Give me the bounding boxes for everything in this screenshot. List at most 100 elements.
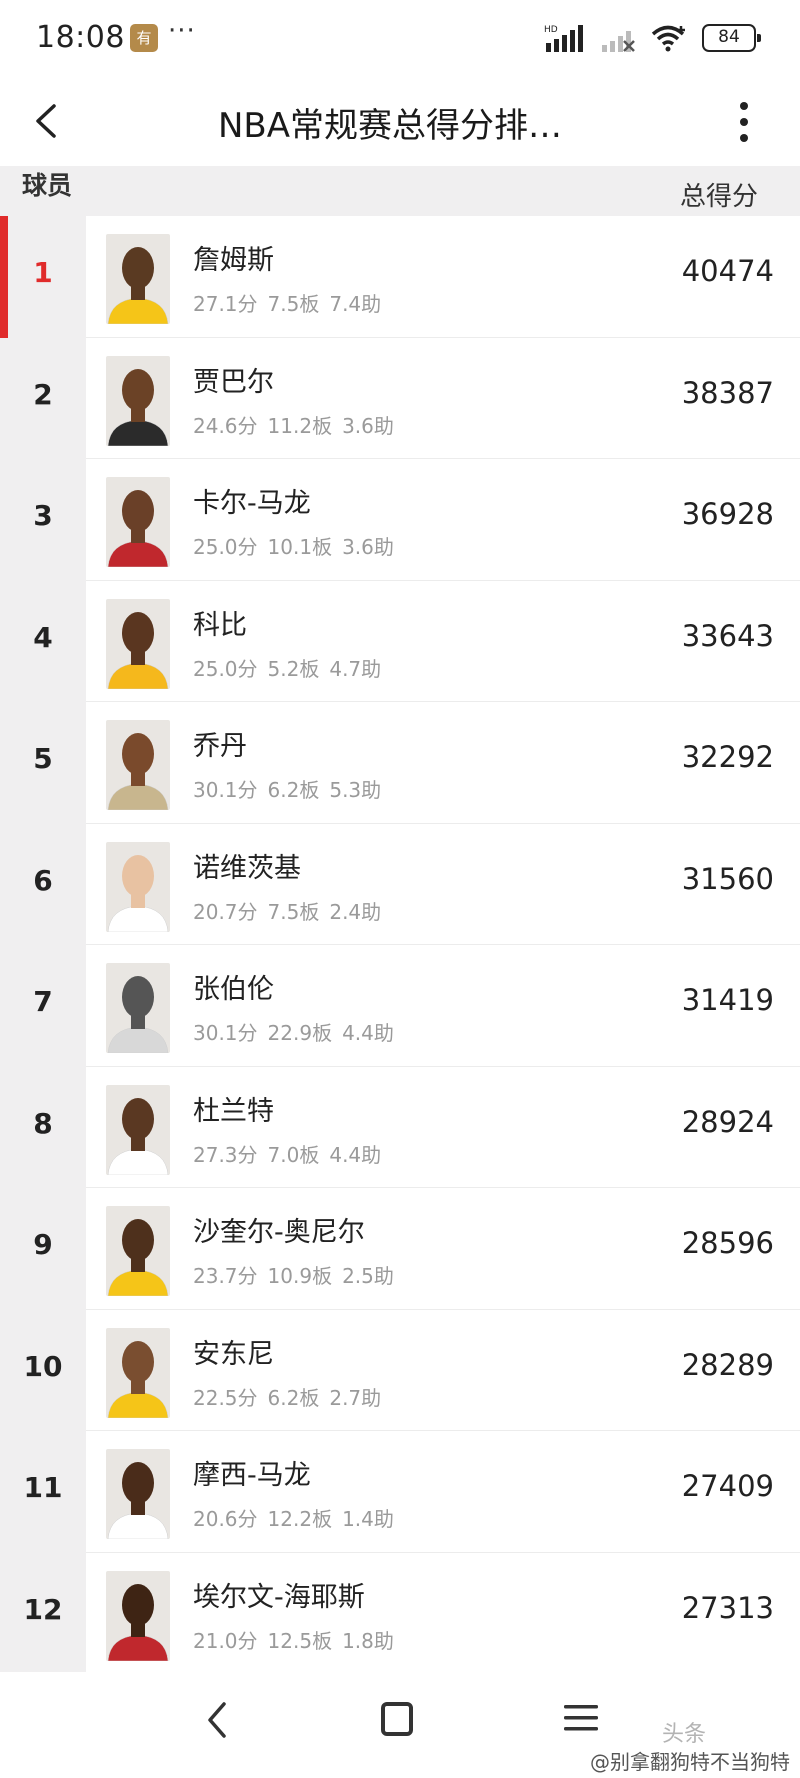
- rank-cell: 10: [0, 1309, 86, 1431]
- player-row[interactable]: 9 沙奎尔-奥尼尔 23.7分 10.9板 2.5助 28596: [0, 1188, 800, 1310]
- player-row[interactable]: 5 乔丹 30.1分 6.2板 5.3助 32292: [0, 702, 800, 824]
- player-avatar: [106, 1084, 170, 1175]
- player-avatar: [106, 963, 170, 1053]
- player-stats: 24.6分 11.2板 3.6助: [193, 410, 404, 439]
- player-portrait-icon: [106, 355, 170, 446]
- chevron-left-icon: [36, 104, 56, 138]
- svg-text:HD: HD: [544, 25, 558, 35]
- player-cell: 安东尼 22.5分 6.2板 2.7助 28289: [86, 1309, 800, 1431]
- system-navigation-bar: 头条 @别拿翻狗特不当狗特: [0, 1672, 800, 1778]
- total-points: 27313: [681, 1590, 774, 1625]
- more-notifications-icon: ···: [168, 16, 196, 46]
- rank-number: 3: [33, 499, 53, 532]
- stat-points: 24.6分: [193, 413, 258, 438]
- player-row[interactable]: 4 科比 25.0分 5.2板 4.7助 33643: [0, 580, 800, 702]
- stat-assists: 2.4助: [329, 899, 382, 924]
- player-name: 科比: [193, 609, 247, 641]
- rank-cell: 9: [0, 1188, 86, 1310]
- rank-cell: 12: [0, 1552, 86, 1674]
- portrait-head: [122, 976, 154, 1018]
- stat-points: 23.7分: [193, 1264, 258, 1288]
- portrait-head: [122, 247, 154, 289]
- stat-rebounds: 6.2板: [267, 778, 320, 802]
- rank-cell: 1: [0, 216, 86, 338]
- total-points: 31560: [681, 861, 774, 896]
- player-cell: 乔丹 30.1分 6.2板 5.3助 32292: [86, 702, 800, 824]
- stat-rebounds: 22.9板: [267, 1021, 333, 1045]
- player-row[interactable]: 11 摩西-马龙 20.6分 12.2板 1.4助 27409: [0, 1431, 800, 1553]
- column-header-player: 球员: [22, 171, 73, 200]
- rank-number: 7: [33, 985, 53, 1018]
- stat-rebounds: 11.2板: [267, 413, 333, 438]
- player-name: 诺维茨基: [193, 852, 301, 884]
- total-points: 40474: [681, 254, 774, 288]
- player-stats: 30.1分 22.9板 4.4助: [193, 1017, 404, 1046]
- rank-cell: 3: [0, 459, 86, 581]
- player-cell: 贾巴尔 24.6分 11.2板 3.6助 38387: [86, 337, 800, 459]
- back-button[interactable]: [26, 96, 66, 146]
- player-row[interactable]: 6 诺维茨基 20.7分 7.5板 2.4助 31560: [0, 823, 800, 945]
- stat-rebounds: 7.0板: [267, 1142, 320, 1167]
- stat-rebounds: 6.2板: [267, 1385, 320, 1410]
- player-portrait-icon: [106, 841, 170, 932]
- player-avatar: [106, 355, 170, 446]
- stat-assists: 4.4助: [342, 1021, 394, 1045]
- player-portrait-icon: [106, 477, 170, 567]
- stat-rebounds: 10.1板: [267, 535, 333, 559]
- player-row[interactable]: 8 杜兰特 27.3分 7.0板 4.4助 28924: [0, 1066, 800, 1188]
- player-name: 沙奎尔-奥尼尔: [193, 1217, 365, 1248]
- player-name: 埃尔文-海耶斯: [193, 1581, 365, 1613]
- stat-assists: 2.5助: [342, 1264, 394, 1288]
- player-name: 詹姆斯: [193, 245, 274, 276]
- portrait-head: [122, 490, 154, 532]
- rank-number: 12: [23, 1592, 63, 1626]
- stat-points: 30.1分: [193, 1021, 258, 1045]
- player-row[interactable]: 10 安东尼 22.5分 6.2板 2.7助 28289: [0, 1309, 800, 1431]
- system-recents-button[interactable]: [564, 1703, 598, 1733]
- total-points: 28924: [681, 1104, 774, 1139]
- rank-cell: 2: [0, 337, 86, 459]
- signal-hd-icon: HD: [544, 25, 583, 52]
- player-portrait-icon: [106, 598, 170, 689]
- player-ranking-list: 1 詹姆斯 27.1分 7.5板 7.4助 40474 2 贾巴尔 24.6分 11.…: [0, 216, 800, 1674]
- player-stats: 27.1分 7.5板 7.4助: [193, 288, 391, 317]
- portrait-head: [122, 368, 154, 411]
- stat-assists: 3.6助: [342, 535, 394, 559]
- status-time: 18:08: [36, 20, 125, 55]
- signal-off-icon: [602, 31, 635, 52]
- player-avatar: [106, 1449, 170, 1539]
- player-row[interactable]: 7 张伯伦 30.1分 22.9板 4.4助 31419: [0, 945, 800, 1067]
- stat-rebounds: 12.2板: [267, 1507, 333, 1531]
- player-row[interactable]: 2 贾巴尔 24.6分 11.2板 3.6助 38387: [0, 337, 800, 459]
- player-portrait-icon: [106, 1206, 170, 1296]
- page-title: NBA常规赛总得分排…: [218, 106, 563, 146]
- player-name: 乔丹: [193, 731, 247, 762]
- player-row[interactable]: 12 埃尔文-海耶斯 21.0分 12.5板 1.8助 27313: [0, 1552, 800, 1674]
- player-stats: 25.0分 5.2板 4.7助: [193, 653, 391, 682]
- portrait-head: [122, 1583, 154, 1626]
- stat-points: 27.1分: [193, 292, 258, 316]
- system-home-button[interactable]: [381, 1702, 413, 1736]
- player-avatar: [106, 1570, 170, 1661]
- player-cell: 摩西-马龙 20.6分 12.2板 1.4助 27409: [86, 1431, 800, 1553]
- player-row[interactable]: 3 卡尔-马龙 25.0分 10.1板 3.6助 36928: [0, 459, 800, 581]
- player-row[interactable]: 1 詹姆斯 27.1分 7.5板 7.4助 40474: [0, 216, 800, 338]
- total-points: 28289: [681, 1347, 774, 1382]
- player-portrait-icon: [106, 1449, 170, 1539]
- rank-cell: 7: [0, 945, 86, 1067]
- stat-points: 25.0分: [193, 656, 258, 681]
- player-avatar: [106, 1206, 170, 1296]
- player-portrait-icon: [106, 1570, 170, 1661]
- rank-cell: 8: [0, 1066, 86, 1188]
- total-points: 28596: [681, 1226, 774, 1260]
- player-cell: 张伯伦 30.1分 22.9板 4.4助 31419: [86, 945, 800, 1067]
- rank-number: 5: [33, 742, 53, 775]
- player-stats: 20.6分 12.2板 1.4助: [193, 1503, 404, 1532]
- system-back-button[interactable]: [202, 1698, 232, 1742]
- player-cell: 诺维茨基 20.7分 7.5板 2.4助 31560: [86, 823, 800, 945]
- rank-number: 1: [33, 256, 53, 289]
- more-options-button[interactable]: [732, 96, 756, 148]
- table-header: 球员 总得分: [0, 166, 800, 216]
- portrait-head: [122, 1462, 154, 1504]
- rank-number: 4: [33, 620, 53, 654]
